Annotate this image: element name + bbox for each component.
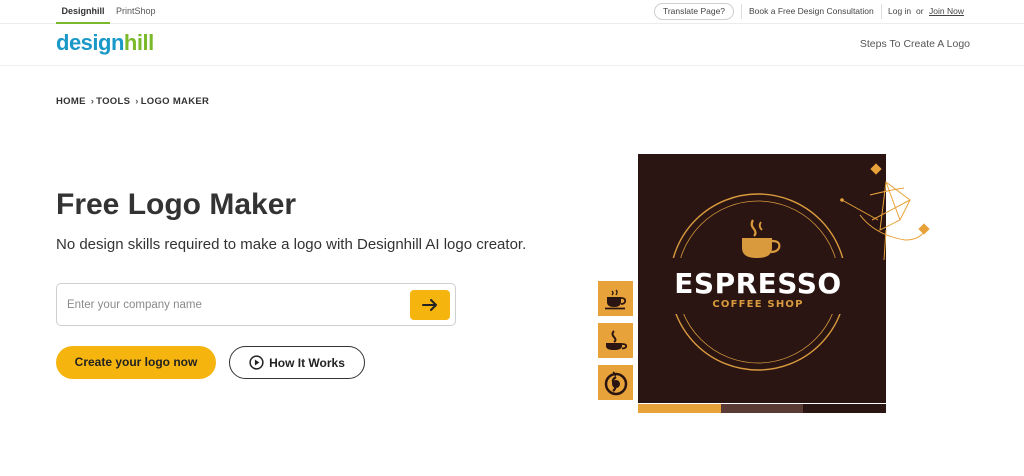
or-text: or <box>916 6 924 16</box>
breadcrumb-tools[interactable]: TOOLS <box>96 96 130 107</box>
logo-part-design: design <box>56 30 124 55</box>
logo-part-hill: hill <box>123 30 154 55</box>
coffee-steam-glyph <box>605 329 627 350</box>
coffee-steam-icon[interactable] <box>598 323 633 358</box>
arrow-right-icon <box>422 299 437 311</box>
divider <box>741 4 742 19</box>
breadcrumb-home[interactable]: HOME <box>56 96 86 107</box>
coffee-cup-icon[interactable] <box>598 281 633 316</box>
divider <box>881 4 882 19</box>
swatch-dark[interactable] <box>803 404 887 413</box>
swatch-brown[interactable] <box>720 404 804 413</box>
coffee-cup-glyph <box>604 289 626 309</box>
play-circle-icon <box>249 355 264 370</box>
chevron-right-icon: › <box>90 96 95 107</box>
steps-to-create-logo-link[interactable]: Steps To Create A Logo <box>860 38 970 50</box>
coffee-swirl-icon[interactable] <box>598 365 633 400</box>
create-logo-button[interactable]: Create your logo now <box>56 346 216 379</box>
translate-page-button[interactable]: Translate Page? <box>654 3 734 20</box>
page-title: Free Logo Maker <box>56 188 297 221</box>
decorative-geometric-icon <box>840 163 930 260</box>
coffee-swirl-glyph <box>604 370 627 395</box>
how-it-works-button[interactable]: How It Works <box>229 346 365 379</box>
swatch-gold[interactable] <box>638 404 721 413</box>
designhill-logo[interactable]: designhill <box>56 30 154 56</box>
breadcrumb: HOME › TOOLS › LOGO MAKER <box>56 96 211 107</box>
company-name-input[interactable] <box>67 295 397 315</box>
breadcrumb-logo-maker: LOGO MAKER <box>140 96 210 107</box>
join-now-link[interactable]: Join Now <box>929 0 964 24</box>
top-utility-bar: Designhill PrintShop Translate Page? Boo… <box>0 0 1024 24</box>
tab-designhill[interactable]: Designhill <box>56 0 110 24</box>
site-header: designhill Steps To Create A Logo <box>0 24 1024 66</box>
tab-printshop[interactable]: PrintShop <box>116 0 156 24</box>
chevron-right-icon: › <box>135 96 139 107</box>
logo-sub-text: COFFEE SHOP <box>712 299 803 310</box>
how-it-works-label: How It Works <box>269 355 345 370</box>
login-link[interactable]: Log in <box>888 0 911 24</box>
logo-main-text: ESPRESSO <box>674 267 841 300</box>
search-submit-button[interactable] <box>410 290 450 320</box>
page-subtitle: No design skills required to make a logo… <box>56 236 527 253</box>
book-consultation-link[interactable]: Book a Free Design Consultation <box>749 0 874 24</box>
company-name-search <box>56 283 456 326</box>
color-swatch-bar <box>638 404 887 413</box>
